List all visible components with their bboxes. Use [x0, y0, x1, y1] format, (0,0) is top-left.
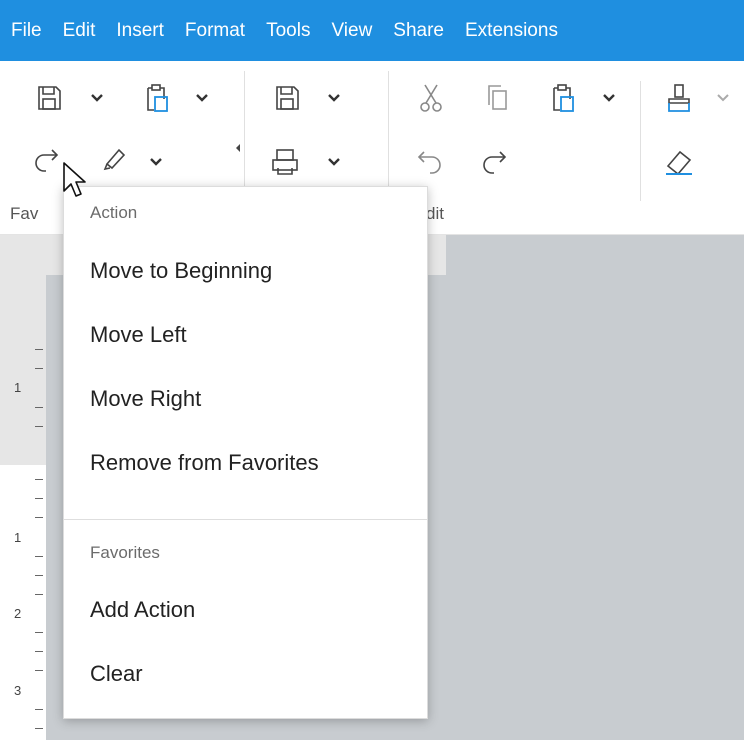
menu-insert[interactable]: Insert	[116, 20, 174, 42]
chevron-down-icon[interactable]	[325, 89, 343, 107]
ruler-tick	[35, 575, 43, 576]
cut-icon[interactable]	[416, 83, 446, 113]
ruler-number: 2	[14, 606, 22, 621]
menu-format[interactable]: Format	[185, 20, 255, 42]
redo-icon[interactable]	[480, 147, 510, 177]
ruler-tick	[35, 632, 43, 633]
ruler-number: 3	[14, 683, 22, 698]
ruler-tick	[35, 498, 43, 499]
chevron-down-icon[interactable]	[88, 89, 106, 107]
ruler-tick	[35, 479, 43, 480]
menu-view[interactable]: View	[331, 20, 382, 42]
caret-left-icon[interactable]	[229, 139, 247, 157]
toolbar-separator	[640, 81, 641, 201]
chevron-down-icon[interactable]	[193, 89, 211, 107]
vertical-ruler: 1 1 2 3	[0, 235, 46, 740]
paste-icon[interactable]	[141, 83, 171, 113]
paste-icon[interactable]	[547, 83, 577, 113]
chevron-down-icon[interactable]	[325, 153, 343, 171]
copy-icon[interactable]	[482, 83, 512, 113]
ruler-tick	[35, 349, 43, 350]
menu-tools[interactable]: Tools	[266, 20, 320, 42]
save-icon[interactable]	[272, 83, 302, 113]
section-title-action: Action	[90, 203, 138, 222]
menu-item-move-right[interactable]: Move Right	[64, 375, 427, 423]
menu-item-remove-from-favorites[interactable]: Remove from Favorites	[64, 439, 427, 487]
ruler-tick	[35, 709, 43, 710]
menu-edit[interactable]: Edit	[63, 20, 106, 42]
menu-item-clear[interactable]: Clear	[64, 650, 427, 698]
menu-share[interactable]: Share	[393, 20, 454, 42]
chevron-down-icon[interactable]	[147, 153, 165, 171]
section-title-favorites: Favorites	[90, 543, 160, 562]
eraser-icon[interactable]	[664, 147, 694, 177]
group-label-edit: dit	[426, 204, 444, 223]
ruler-tick	[35, 556, 43, 557]
ruler-tick	[35, 426, 43, 427]
ruler-tick	[35, 594, 43, 595]
save-icon[interactable]	[34, 83, 64, 113]
chevron-down-icon[interactable]	[714, 89, 732, 107]
menu-file[interactable]: File	[11, 20, 52, 42]
menu-item-add-action[interactable]: Add Action	[64, 586, 427, 634]
ruler-tick	[35, 728, 43, 729]
ruler-tick	[35, 517, 43, 518]
ruler-margin	[0, 235, 46, 465]
group-label-favorites: Fav	[10, 204, 39, 223]
format-painter-icon[interactable]	[664, 83, 694, 113]
menu-item-move-to-beginning[interactable]: Move to Beginning	[64, 247, 427, 295]
redo-icon[interactable]	[32, 145, 62, 175]
menu-extensions[interactable]: Extensions	[465, 20, 568, 42]
ruler-number: 1	[14, 530, 22, 545]
app-window: File Edit Insert Format Tools View Share…	[0, 0, 744, 740]
chevron-down-icon[interactable]	[600, 89, 618, 107]
favorites-context-menu: Action Move to Beginning Move Left Move …	[63, 186, 428, 719]
menu-item-move-left[interactable]: Move Left	[64, 311, 427, 359]
ruler-tick	[35, 407, 43, 408]
ruler-tick	[35, 670, 43, 671]
ruler-number: 1	[14, 380, 22, 395]
undo-icon[interactable]	[414, 147, 444, 177]
menu-divider	[64, 519, 427, 520]
ruler-tick	[35, 651, 43, 652]
highlighter-icon[interactable]	[100, 143, 130, 173]
ruler-tick	[35, 368, 43, 369]
mouse-cursor-icon	[62, 161, 88, 199]
menu-bar: File Edit Insert Format Tools View Share…	[0, 0, 744, 61]
print-icon[interactable]	[270, 147, 300, 177]
